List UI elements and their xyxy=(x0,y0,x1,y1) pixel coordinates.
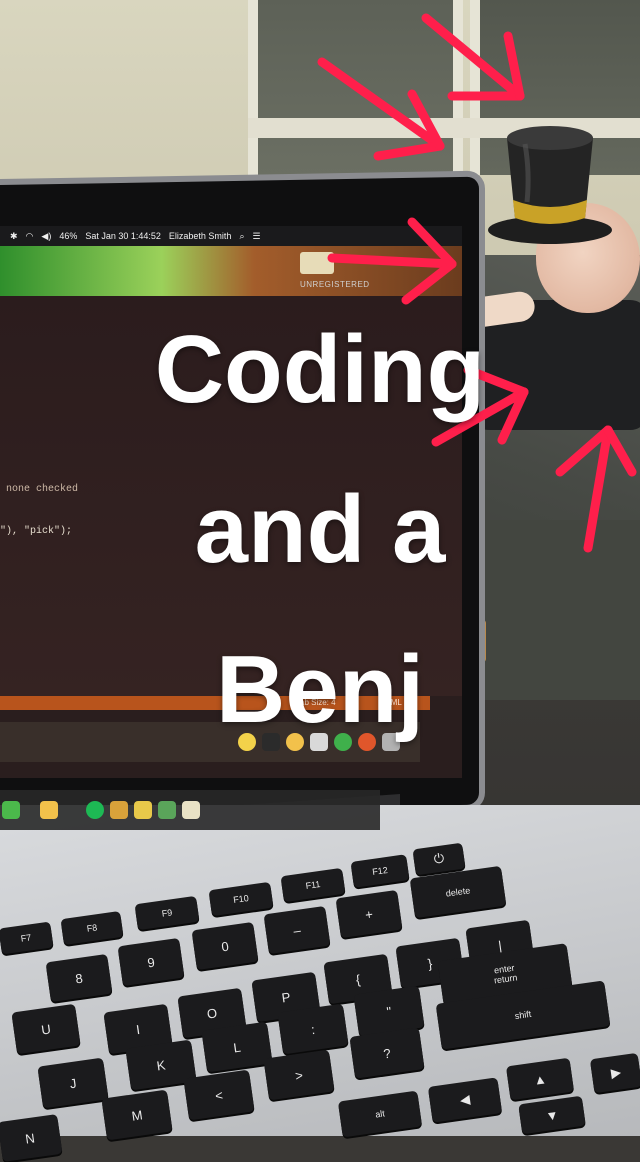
spotify-icon[interactable] xyxy=(86,801,104,819)
wifi-icon: ◠ xyxy=(25,230,34,241)
dock-bottom-row xyxy=(0,790,380,830)
key-9[interactable]: 9 xyxy=(117,937,185,987)
caption-line: and a xyxy=(194,476,446,583)
menubar-user: Elizabeth Smith xyxy=(168,231,232,241)
menubar: ✱ ◠ ◀) 46% Sat Jan 30 1:44:52 Elizabeth … xyxy=(0,226,462,246)
caption: Coding and a Benj xyxy=(0,290,640,770)
key-u[interactable]: U xyxy=(11,1003,81,1055)
dock-app-icon[interactable] xyxy=(40,801,58,819)
unregistered-label: UNREGISTERED xyxy=(300,280,370,289)
key-arrow-right[interactable]: ▶ xyxy=(589,1052,640,1094)
window-left xyxy=(248,0,463,175)
battery-level: 46% xyxy=(59,231,78,241)
search-icon: ⌕ xyxy=(239,230,245,241)
dock-app-icon[interactable] xyxy=(110,801,128,819)
volume-icon: ◀) xyxy=(41,230,52,241)
dock-app-icon[interactable] xyxy=(2,801,20,819)
bluetooth-icon: ✱ xyxy=(10,230,18,241)
key-return-label: return xyxy=(493,972,519,986)
key-8[interactable]: 8 xyxy=(45,953,113,1003)
dock-app-icon[interactable] xyxy=(182,801,200,819)
list-icon: ☰ xyxy=(252,230,261,241)
top-hat-icon xyxy=(488,126,612,244)
caption-line: Benj xyxy=(215,636,425,743)
key-minus[interactable]: – xyxy=(263,905,331,955)
key-n[interactable]: N xyxy=(0,1114,63,1162)
dock-app-icon[interactable] xyxy=(158,801,176,819)
editor-tab xyxy=(300,252,334,274)
key-plus[interactable]: + xyxy=(335,889,403,939)
dock-app-icon[interactable] xyxy=(134,801,152,819)
menubar-datetime: Sat Jan 30 1:44:52 xyxy=(85,231,161,241)
editor-toolbar xyxy=(0,246,462,296)
caption-line: Coding xyxy=(154,316,486,423)
key-0[interactable]: 0 xyxy=(191,921,259,971)
